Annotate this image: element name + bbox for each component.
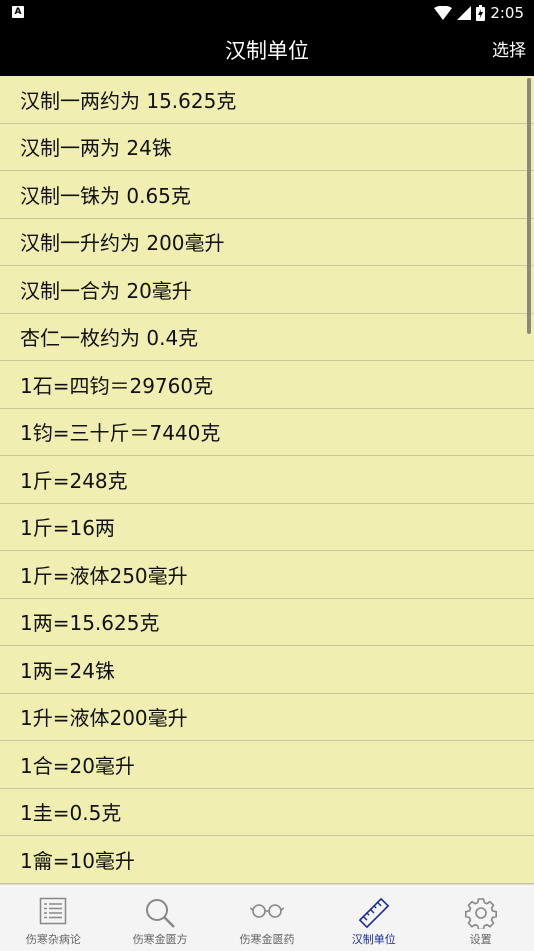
tab-label: 伤寒金匮方 (132, 933, 188, 946)
list-item[interactable]: 1龠=10毫升 (0, 836, 534, 884)
list-item[interactable]: 汉制一两为 24铢 (0, 124, 534, 171)
list-icon (40, 897, 67, 925)
bottom-tab-bar: 伤寒杂病论 伤寒金匮方 伤寒金匮药 汉制单位 设置 (0, 884, 534, 951)
tab-label: 设置 (469, 933, 492, 946)
list-item[interactable]: 1斤=16两 (0, 504, 534, 551)
unit-list[interactable]: 汉制一两约为 15.625克 汉制一两为 24铢 汉制一铢为 0.65克 汉制一… (0, 76, 534, 884)
tab-label: 伤寒金匮药 (239, 933, 295, 946)
list-item[interactable]: 1升=液体200毫升 (0, 694, 534, 741)
list-item[interactable]: 1石=四钧＝29760克 (0, 361, 534, 409)
tab-label: 汉制单位 (351, 933, 396, 946)
status-bar: A 2:05 (0, 0, 534, 26)
select-button[interactable]: 选择 (492, 26, 526, 76)
status-icons: 2:05 (434, 3, 524, 23)
list-item[interactable]: 1两=24铢 (0, 646, 534, 694)
page-title: 汉制单位 (225, 39, 309, 63)
list-item[interactable]: 1两=15.625克 (0, 599, 534, 646)
list-item[interactable]: 杏仁一枚约为 0.4克 (0, 314, 534, 361)
gear-icon (464, 898, 497, 929)
battery-icon (476, 5, 486, 21)
cell-signal-icon (457, 6, 472, 20)
list-item[interactable]: 1斤=液体250毫升 (0, 551, 534, 599)
tab-settings[interactable]: 设置 (427, 885, 534, 951)
tab-shanghan-jingui-yao[interactable]: 伤寒金匮药 (214, 885, 321, 951)
search-icon (146, 899, 176, 928)
glasses-icon (249, 904, 284, 918)
header: 汉制单位 选择 (0, 26, 534, 76)
list-item[interactable]: 汉制一两约为 15.625克 (0, 76, 534, 124)
wifi-icon (434, 6, 453, 20)
tab-shanghan-zabing-lun[interactable]: 伤寒杂病论 (0, 885, 107, 951)
scrollbar[interactable] (527, 78, 531, 334)
list-item[interactable]: 1圭=0.5克 (0, 789, 534, 836)
tab-shanghan-jingui-fang[interactable]: 伤寒金匮方 (107, 885, 214, 951)
status-time: 2:05 (490, 4, 524, 22)
list-item[interactable]: 汉制一合为 20毫升 (0, 266, 534, 314)
app-notification-icon: A (12, 6, 24, 18)
ruler-icon (358, 897, 390, 929)
tab-label: 伤寒杂病论 (25, 933, 81, 946)
list-item[interactable]: 1合=20毫升 (0, 741, 534, 789)
list-item[interactable]: 汉制一铢为 0.65克 (0, 171, 534, 219)
tab-hanzhi-danwei[interactable]: 汉制单位 (320, 885, 427, 951)
list-item[interactable]: 汉制一升约为 200毫升 (0, 219, 534, 266)
list-item[interactable]: 1斤=248克 (0, 456, 534, 504)
list-item[interactable]: 1钧=三十斤＝7440克 (0, 409, 534, 456)
